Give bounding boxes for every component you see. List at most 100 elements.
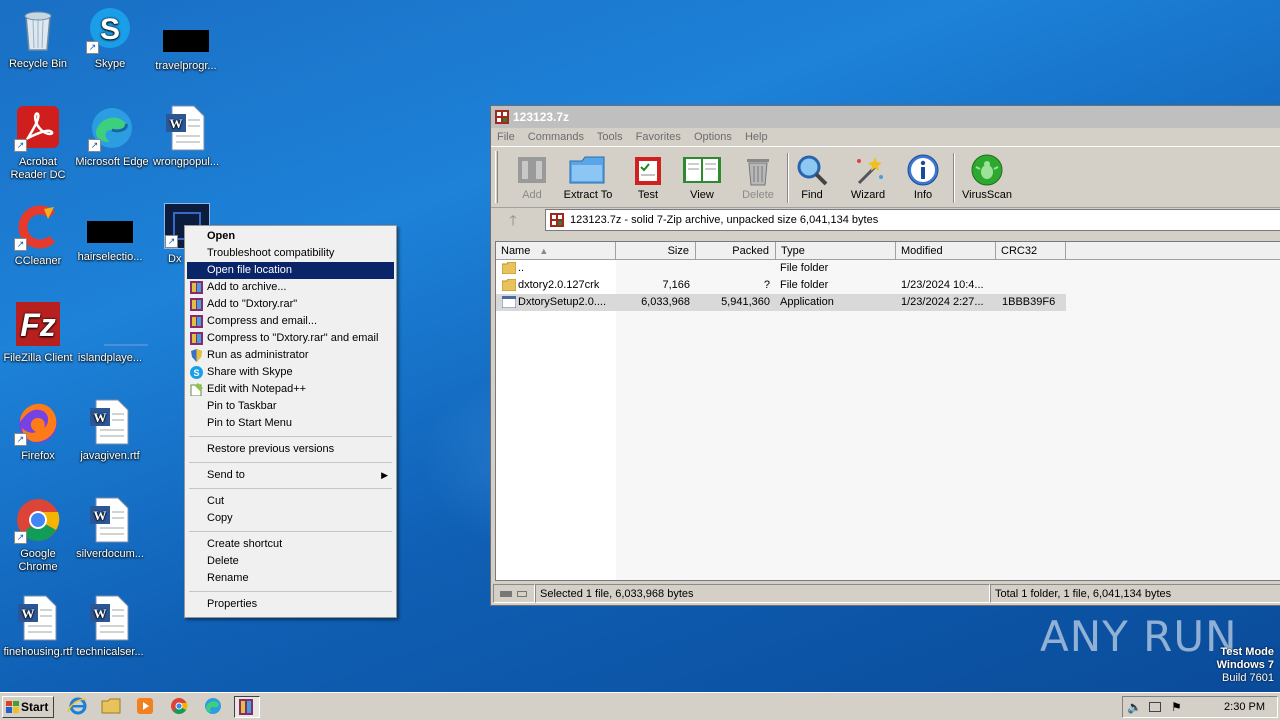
toolbar-info-button[interactable]: Info: [896, 151, 950, 205]
column-header-name[interactable]: Name ▲: [496, 242, 616, 260]
menu-item-pin-start[interactable]: Pin to Start Menu: [187, 415, 394, 432]
menu-options[interactable]: Options: [694, 131, 732, 143]
desktop-icon-acrobat[interactable]: ↗ Acrobat Reader DC: [0, 104, 76, 182]
sevenzip-window[interactable]: 123123.7z File Commands Tools Favorites …: [490, 105, 1280, 606]
taskbar-edge-button[interactable]: [202, 696, 228, 718]
table-row-selected[interactable]: DxtorySetup2.0.... 6,033,968 5,941,360 A…: [496, 294, 1280, 311]
uac-shield-icon: [191, 349, 202, 362]
toolbar-virusscan-button[interactable]: VirusScan: [959, 151, 1015, 205]
status-total-text: Total 1 folder, 1 file, 6,041,134 bytes: [990, 584, 1280, 603]
menu-separator: [189, 591, 392, 592]
desktop-icon-chrome[interactable]: ↗ Google Chrome: [0, 496, 76, 574]
taskbar-media-player-button[interactable]: [134, 696, 160, 718]
desktop-icon-travelprogr[interactable]: travelprogr...: [148, 6, 224, 73]
menu-help[interactable]: Help: [745, 131, 768, 143]
column-header-type[interactable]: Type: [776, 242, 896, 260]
menu-item-troubleshoot[interactable]: Troubleshoot compatibility: [187, 245, 394, 262]
window-title: 123123.7z: [513, 110, 570, 124]
desktop-icon-ccleaner[interactable]: ↗ CCleaner: [0, 203, 76, 268]
toolbar-find-button[interactable]: Find: [785, 151, 839, 205]
column-header-packed[interactable]: Packed: [696, 242, 776, 260]
taskbar-ie-button[interactable]: [66, 696, 92, 718]
clock[interactable]: 2:30 PM: [1224, 697, 1265, 717]
desktop-icon-finehousing[interactable]: W finehousing.rtf: [0, 594, 76, 659]
menu-item-compress-email[interactable]: Compress and email...: [187, 313, 394, 330]
menu-item-copy[interactable]: Copy: [187, 510, 394, 527]
table-row[interactable]: .. File folder: [496, 260, 1280, 277]
desktop-icon-islandplaye[interactable]: islandplaye...: [72, 300, 148, 365]
menu-item-restore-versions[interactable]: Restore previous versions: [187, 441, 394, 458]
menu-tools[interactable]: Tools: [597, 131, 623, 143]
menu-item-open[interactable]: Open: [187, 228, 394, 245]
column-header-modified[interactable]: Modified: [896, 242, 996, 260]
address-text: 123123.7z - solid 7-Zip archive, unpacke…: [570, 214, 879, 226]
status-drive-pane: [493, 584, 535, 603]
toolbar-extract-to-button[interactable]: Extract To: [561, 151, 615, 205]
menu-item-add-to-archive[interactable]: Add to archive...: [187, 279, 394, 296]
menu-item-create-shortcut[interactable]: Create shortcut: [187, 536, 394, 553]
menu-item-edit-notepadpp[interactable]: Edit with Notepad++: [187, 381, 394, 398]
menu-item-send-to[interactable]: Send to ▶: [187, 467, 394, 484]
toolbar-delete-button[interactable]: Delete: [731, 151, 785, 205]
menu-item-delete[interactable]: Delete: [187, 553, 394, 570]
sevenzip-icon: [550, 213, 564, 227]
menu-item-cut[interactable]: Cut: [187, 493, 394, 510]
toolbar-view-button[interactable]: View: [675, 151, 729, 205]
desktop-icon-edge[interactable]: ↗ Microsoft Edge: [74, 104, 150, 169]
internet-explorer-icon: [67, 697, 87, 715]
svg-text:W: W: [94, 606, 107, 621]
skype-icon: S ↗: [86, 6, 134, 54]
ccleaner-icon: ↗: [14, 203, 62, 251]
menu-item-open-file-location[interactable]: Open file location: [187, 262, 394, 279]
desktop-icon-filezilla[interactable]: Fz FileZilla Client: [0, 300, 76, 365]
toolbar-wizard-button[interactable]: Wizard: [841, 151, 895, 205]
sort-ascending-icon: ▲: [539, 246, 549, 256]
column-header-size[interactable]: Size: [616, 242, 696, 260]
flag-icon[interactable]: ⚑: [1171, 700, 1182, 714]
desktop-icon-wrongpopul[interactable]: W wrongpopul...: [148, 104, 224, 169]
menu-commands[interactable]: Commands: [528, 131, 584, 143]
desktop-icon-dxtory[interactable]: ↗ Dx: [148, 203, 210, 266]
shortcut-arrow-icon: ↗: [14, 238, 27, 251]
menu-favorites[interactable]: Favorites: [636, 131, 681, 143]
menu-file[interactable]: File: [497, 131, 515, 143]
desktop-icon-label: hairselectio...: [77, 251, 143, 263]
folder-icon: [569, 156, 605, 184]
menu-item-run-as-admin[interactable]: Run as administrator: [187, 347, 394, 364]
up-folder-button[interactable]: 🡑: [499, 210, 527, 230]
desktop-icon-skype[interactable]: S ↗ Skype: [72, 6, 148, 71]
toolbar-add-button[interactable]: Add: [505, 151, 559, 205]
address-bar: 🡑 123123.7z - solid 7-Zip archive, unpac…: [491, 208, 1280, 232]
menu-item-share-skype[interactable]: S Share with Skype: [187, 364, 394, 381]
system-tray: 🔈 ⚑ 2:30 PM: [1122, 696, 1278, 718]
menu-item-properties[interactable]: Properties: [187, 596, 394, 613]
book-icon: [683, 157, 721, 183]
taskbar-explorer-button[interactable]: [100, 696, 126, 718]
desktop-icon-silverdocum[interactable]: W silverdocum...: [72, 496, 148, 561]
menu-item-add-to-rar[interactable]: Add to "Dxtory.rar": [187, 296, 394, 313]
desktop-icon-label: Dx: [168, 253, 182, 265]
taskbar-winrar-button[interactable]: [234, 696, 260, 718]
address-field[interactable]: 123123.7z - solid 7-Zip archive, unpacke…: [545, 209, 1280, 231]
desktop-icon-firefox[interactable]: ↗ Firefox: [0, 398, 76, 463]
chrome-icon: [171, 698, 188, 714]
column-header-crc32[interactable]: CRC32: [996, 242, 1066, 260]
desktop-icon-technicalser[interactable]: W technicalser...: [72, 594, 148, 659]
shortcut-arrow-icon: ↗: [88, 139, 101, 152]
start-button[interactable]: Start: [2, 696, 54, 718]
menu-item-compress-rar-email[interactable]: Compress to "Dxtory.rar" and email: [187, 330, 394, 347]
desktop-icon-javagiven[interactable]: W javagiven.rtf: [72, 398, 148, 463]
taskbar-chrome-button[interactable]: [168, 696, 194, 718]
menu-item-rename[interactable]: Rename: [187, 570, 394, 587]
menu-item-pin-taskbar[interactable]: Pin to Taskbar: [187, 398, 394, 415]
table-row[interactable]: dxtory2.0.127crk 7,166 ? File folder 1/2…: [496, 277, 1280, 294]
network-icon[interactable]: [1149, 702, 1161, 712]
window-titlebar[interactable]: 123123.7z: [491, 106, 1280, 128]
desktop-icon-recycle-bin[interactable]: Recycle Bin: [0, 6, 76, 71]
volume-icon[interactable]: 🔈: [1127, 700, 1142, 714]
file-list[interactable]: Name ▲ Size Packed Type Modified CRC32 .…: [495, 241, 1280, 581]
desktop-icon-label: silverdocum...: [76, 548, 144, 560]
desktop-icon-hairselectio[interactable]: hairselectio...: [72, 203, 148, 264]
toolbar-test-button[interactable]: Test: [621, 151, 675, 205]
word-document-icon: W: [86, 398, 134, 446]
